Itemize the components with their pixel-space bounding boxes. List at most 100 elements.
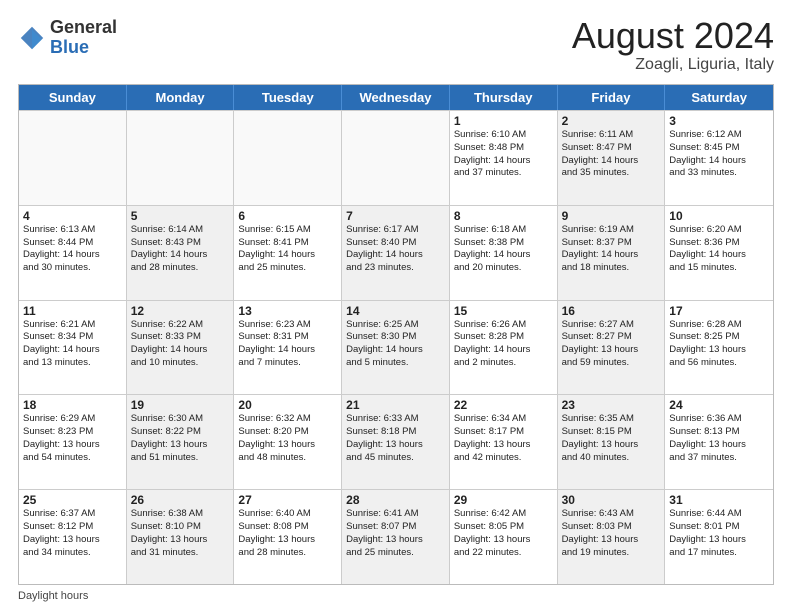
calendar: SundayMondayTuesdayWednesdayThursdayFrid… bbox=[18, 84, 774, 585]
day-number-24: 24 bbox=[669, 398, 769, 412]
day-info-10: Sunrise: 6:20 AMSunset: 8:36 PMDaylight:… bbox=[669, 224, 769, 275]
day-info-26: Sunrise: 6:38 AMSunset: 8:10 PMDaylight:… bbox=[131, 508, 230, 559]
day-info-2: Sunrise: 6:11 AMSunset: 8:47 PMDaylight:… bbox=[562, 129, 661, 180]
footer: Daylight hours bbox=[18, 590, 774, 602]
day-cell-8: 8Sunrise: 6:18 AMSunset: 8:38 PMDaylight… bbox=[450, 206, 558, 300]
day-number-31: 31 bbox=[669, 493, 769, 507]
day-cell-19: 19Sunrise: 6:30 AMSunset: 8:22 PMDayligh… bbox=[127, 395, 235, 489]
logo-general-text: General bbox=[50, 17, 117, 37]
calendar-row-2: 4Sunrise: 6:13 AMSunset: 8:44 PMDaylight… bbox=[19, 205, 773, 300]
day-info-29: Sunrise: 6:42 AMSunset: 8:05 PMDaylight:… bbox=[454, 508, 553, 559]
header-day-saturday: Saturday bbox=[665, 85, 773, 110]
day-number-30: 30 bbox=[562, 493, 661, 507]
day-cell-1: 1Sunrise: 6:10 AMSunset: 8:48 PMDaylight… bbox=[450, 111, 558, 205]
day-number-26: 26 bbox=[131, 493, 230, 507]
day-cell-25: 25Sunrise: 6:37 AMSunset: 8:12 PMDayligh… bbox=[19, 490, 127, 584]
day-number-22: 22 bbox=[454, 398, 553, 412]
day-info-3: Sunrise: 6:12 AMSunset: 8:45 PMDaylight:… bbox=[669, 129, 769, 180]
calendar-row-1: 1Sunrise: 6:10 AMSunset: 8:48 PMDaylight… bbox=[19, 110, 773, 205]
day-info-7: Sunrise: 6:17 AMSunset: 8:40 PMDaylight:… bbox=[346, 224, 445, 275]
header-day-thursday: Thursday bbox=[450, 85, 558, 110]
day-cell-11: 11Sunrise: 6:21 AMSunset: 8:34 PMDayligh… bbox=[19, 301, 127, 395]
day-info-30: Sunrise: 6:43 AMSunset: 8:03 PMDaylight:… bbox=[562, 508, 661, 559]
day-info-9: Sunrise: 6:19 AMSunset: 8:37 PMDaylight:… bbox=[562, 224, 661, 275]
day-number-1: 1 bbox=[454, 114, 553, 128]
day-number-16: 16 bbox=[562, 304, 661, 318]
day-cell-6: 6Sunrise: 6:15 AMSunset: 8:41 PMDaylight… bbox=[234, 206, 342, 300]
header-day-wednesday: Wednesday bbox=[342, 85, 450, 110]
day-cell-27: 27Sunrise: 6:40 AMSunset: 8:08 PMDayligh… bbox=[234, 490, 342, 584]
day-info-19: Sunrise: 6:30 AMSunset: 8:22 PMDaylight:… bbox=[131, 413, 230, 464]
day-info-1: Sunrise: 6:10 AMSunset: 8:48 PMDaylight:… bbox=[454, 129, 553, 180]
title-block: August 2024 Zoagli, Liguria, Italy bbox=[572, 18, 774, 74]
day-info-11: Sunrise: 6:21 AMSunset: 8:34 PMDaylight:… bbox=[23, 319, 122, 370]
day-cell-14: 14Sunrise: 6:25 AMSunset: 8:30 PMDayligh… bbox=[342, 301, 450, 395]
day-info-31: Sunrise: 6:44 AMSunset: 8:01 PMDaylight:… bbox=[669, 508, 769, 559]
day-info-17: Sunrise: 6:28 AMSunset: 8:25 PMDaylight:… bbox=[669, 319, 769, 370]
day-number-10: 10 bbox=[669, 209, 769, 223]
day-cell-9: 9Sunrise: 6:19 AMSunset: 8:37 PMDaylight… bbox=[558, 206, 666, 300]
day-info-16: Sunrise: 6:27 AMSunset: 8:27 PMDaylight:… bbox=[562, 319, 661, 370]
day-number-19: 19 bbox=[131, 398, 230, 412]
day-number-25: 25 bbox=[23, 493, 122, 507]
day-cell-10: 10Sunrise: 6:20 AMSunset: 8:36 PMDayligh… bbox=[665, 206, 773, 300]
day-info-20: Sunrise: 6:32 AMSunset: 8:20 PMDaylight:… bbox=[238, 413, 337, 464]
day-cell-16: 16Sunrise: 6:27 AMSunset: 8:27 PMDayligh… bbox=[558, 301, 666, 395]
header-day-friday: Friday bbox=[558, 85, 666, 110]
day-cell-12: 12Sunrise: 6:22 AMSunset: 8:33 PMDayligh… bbox=[127, 301, 235, 395]
day-number-20: 20 bbox=[238, 398, 337, 412]
calendar-row-3: 11Sunrise: 6:21 AMSunset: 8:34 PMDayligh… bbox=[19, 300, 773, 395]
day-cell-2: 2Sunrise: 6:11 AMSunset: 8:47 PMDaylight… bbox=[558, 111, 666, 205]
day-number-8: 8 bbox=[454, 209, 553, 223]
calendar-header-row: SundayMondayTuesdayWednesdayThursdayFrid… bbox=[19, 85, 773, 110]
day-cell-7: 7Sunrise: 6:17 AMSunset: 8:40 PMDaylight… bbox=[342, 206, 450, 300]
day-number-15: 15 bbox=[454, 304, 553, 318]
day-cell-21: 21Sunrise: 6:33 AMSunset: 8:18 PMDayligh… bbox=[342, 395, 450, 489]
day-number-17: 17 bbox=[669, 304, 769, 318]
day-info-18: Sunrise: 6:29 AMSunset: 8:23 PMDaylight:… bbox=[23, 413, 122, 464]
day-info-22: Sunrise: 6:34 AMSunset: 8:17 PMDaylight:… bbox=[454, 413, 553, 464]
day-cell-29: 29Sunrise: 6:42 AMSunset: 8:05 PMDayligh… bbox=[450, 490, 558, 584]
day-number-27: 27 bbox=[238, 493, 337, 507]
page: General Blue August 2024 Zoagli, Liguria… bbox=[0, 0, 792, 612]
day-info-8: Sunrise: 6:18 AMSunset: 8:38 PMDaylight:… bbox=[454, 224, 553, 275]
logo-blue-text: Blue bbox=[50, 37, 89, 57]
day-info-21: Sunrise: 6:33 AMSunset: 8:18 PMDaylight:… bbox=[346, 413, 445, 464]
calendar-row-5: 25Sunrise: 6:37 AMSunset: 8:12 PMDayligh… bbox=[19, 489, 773, 584]
day-cell-15: 15Sunrise: 6:26 AMSunset: 8:28 PMDayligh… bbox=[450, 301, 558, 395]
calendar-row-4: 18Sunrise: 6:29 AMSunset: 8:23 PMDayligh… bbox=[19, 394, 773, 489]
day-number-14: 14 bbox=[346, 304, 445, 318]
day-number-4: 4 bbox=[23, 209, 122, 223]
day-info-25: Sunrise: 6:37 AMSunset: 8:12 PMDaylight:… bbox=[23, 508, 122, 559]
day-cell-4: 4Sunrise: 6:13 AMSunset: 8:44 PMDaylight… bbox=[19, 206, 127, 300]
day-number-13: 13 bbox=[238, 304, 337, 318]
day-cell-17: 17Sunrise: 6:28 AMSunset: 8:25 PMDayligh… bbox=[665, 301, 773, 395]
day-cell-26: 26Sunrise: 6:38 AMSunset: 8:10 PMDayligh… bbox=[127, 490, 235, 584]
day-cell-23: 23Sunrise: 6:35 AMSunset: 8:15 PMDayligh… bbox=[558, 395, 666, 489]
day-number-6: 6 bbox=[238, 209, 337, 223]
empty-cell-r0-c2 bbox=[234, 111, 342, 205]
day-cell-28: 28Sunrise: 6:41 AMSunset: 8:07 PMDayligh… bbox=[342, 490, 450, 584]
header-day-sunday: Sunday bbox=[19, 85, 127, 110]
day-info-28: Sunrise: 6:41 AMSunset: 8:07 PMDaylight:… bbox=[346, 508, 445, 559]
day-info-24: Sunrise: 6:36 AMSunset: 8:13 PMDaylight:… bbox=[669, 413, 769, 464]
day-info-6: Sunrise: 6:15 AMSunset: 8:41 PMDaylight:… bbox=[238, 224, 337, 275]
day-info-4: Sunrise: 6:13 AMSunset: 8:44 PMDaylight:… bbox=[23, 224, 122, 275]
day-number-28: 28 bbox=[346, 493, 445, 507]
logo: General Blue bbox=[18, 18, 117, 58]
logo-text: General Blue bbox=[50, 18, 117, 58]
day-number-7: 7 bbox=[346, 209, 445, 223]
day-number-12: 12 bbox=[131, 304, 230, 318]
empty-cell-r0-c3 bbox=[342, 111, 450, 205]
day-number-23: 23 bbox=[562, 398, 661, 412]
day-info-14: Sunrise: 6:25 AMSunset: 8:30 PMDaylight:… bbox=[346, 319, 445, 370]
day-number-9: 9 bbox=[562, 209, 661, 223]
day-number-2: 2 bbox=[562, 114, 661, 128]
empty-cell-r0-c0 bbox=[19, 111, 127, 205]
day-cell-24: 24Sunrise: 6:36 AMSunset: 8:13 PMDayligh… bbox=[665, 395, 773, 489]
day-cell-20: 20Sunrise: 6:32 AMSunset: 8:20 PMDayligh… bbox=[234, 395, 342, 489]
location-title: Zoagli, Liguria, Italy bbox=[572, 56, 774, 74]
day-cell-22: 22Sunrise: 6:34 AMSunset: 8:17 PMDayligh… bbox=[450, 395, 558, 489]
month-title: August 2024 bbox=[572, 18, 774, 54]
day-info-23: Sunrise: 6:35 AMSunset: 8:15 PMDaylight:… bbox=[562, 413, 661, 464]
